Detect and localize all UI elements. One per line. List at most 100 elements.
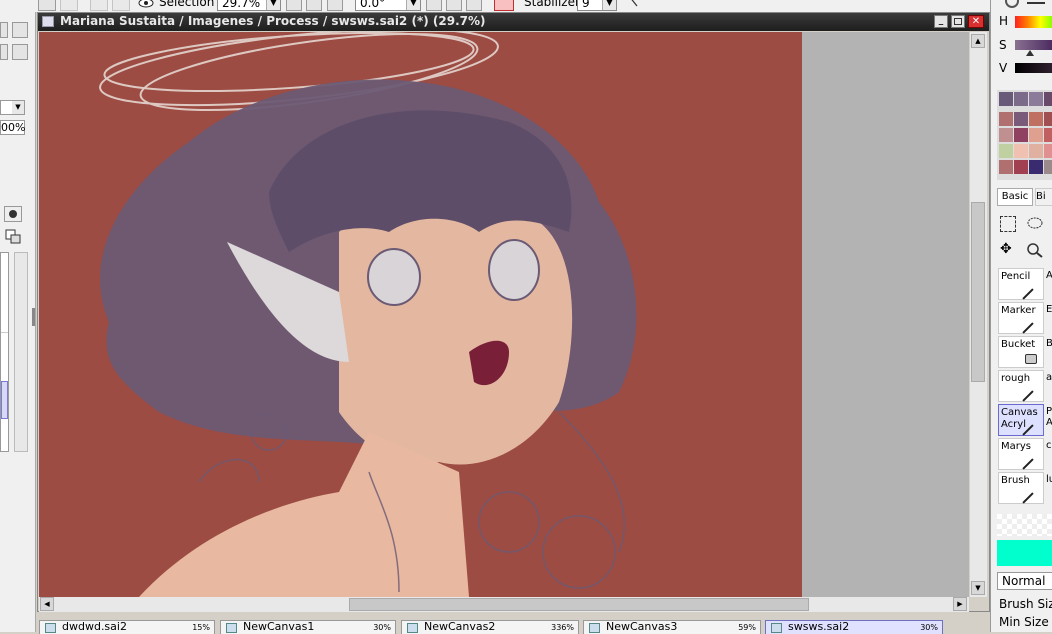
- blend-mode-select[interactable]: Normal: [997, 572, 1052, 590]
- color-swatch[interactable]: [1014, 144, 1028, 158]
- mask-icon[interactable]: [4, 206, 22, 222]
- opacity-field[interactable]: 00%: [0, 120, 25, 135]
- color-swatch[interactable]: [1044, 112, 1052, 126]
- vertical-scroll-thumb[interactable]: [971, 202, 985, 382]
- color-swatch[interactable]: [999, 160, 1013, 174]
- color-swatch[interactable]: [1014, 112, 1028, 126]
- tool-side-label: A: [1046, 270, 1052, 281]
- horizontal-scroll-thumb[interactable]: [349, 598, 809, 611]
- horizontal-scrollbar[interactable]: ◀ ▶: [39, 597, 969, 612]
- color-swatch[interactable]: [1029, 160, 1043, 174]
- rotate-right-button[interactable]: [446, 0, 462, 11]
- blend-mode-combo[interactable]: ▼: [0, 100, 25, 115]
- undo-button[interactable]: [38, 0, 56, 11]
- zoom-in-button[interactable]: [306, 0, 322, 11]
- color-swatch[interactable]: [1029, 112, 1043, 126]
- redo-button[interactable]: [60, 0, 78, 11]
- brush-icon: [1022, 492, 1034, 504]
- zoom-reset-button[interactable]: [327, 0, 343, 11]
- tool-rough[interactable]: rough: [998, 370, 1044, 402]
- tool-label: Marker: [1001, 305, 1036, 316]
- color-swatch[interactable]: [1029, 144, 1043, 158]
- tool-brush[interactable]: Brush: [998, 472, 1044, 504]
- color-swatch[interactable]: [1014, 92, 1028, 106]
- vertical-scrollbar[interactable]: ▲ ▼: [970, 32, 987, 597]
- panel-button[interactable]: [0, 44, 8, 60]
- saturation-slider[interactable]: [1015, 40, 1052, 50]
- value-slider[interactable]: [1015, 63, 1052, 73]
- chevron-down-icon[interactable]: ▼: [12, 101, 24, 114]
- tab-zoom: 30%: [373, 623, 391, 632]
- color-swatch[interactable]: [1044, 92, 1052, 106]
- eye-icon[interactable]: [137, 0, 155, 10]
- tab-label: NewCanvas2: [424, 620, 496, 633]
- scroll-left-arrow-icon[interactable]: ◀: [40, 597, 54, 611]
- color-swatch[interactable]: [999, 128, 1013, 142]
- minimize-button[interactable]: _: [934, 15, 948, 28]
- zoom-out-button[interactable]: [286, 0, 302, 11]
- zoom-icon[interactable]: [1026, 242, 1044, 258]
- color-swatch[interactable]: [1029, 128, 1043, 142]
- tab-zoom: 59%: [738, 623, 756, 632]
- menu-icon[interactable]: [1027, 0, 1045, 8]
- scroll-down-arrow-icon[interactable]: ▼: [971, 581, 985, 595]
- lasso-icon[interactable]: [1026, 216, 1044, 232]
- stabilizer-combo[interactable]: 9 ▼: [577, 0, 617, 11]
- invert-selection-button[interactable]: [112, 0, 130, 11]
- color-swatch[interactable]: [999, 92, 1013, 106]
- tool-pencil[interactable]: Pencil: [998, 268, 1044, 300]
- document-title: Mariana Sustaita / Imagenes / Process / …: [60, 14, 486, 28]
- color-swatch[interactable]: [1014, 160, 1028, 174]
- chevron-down-icon[interactable]: ▼: [602, 0, 616, 10]
- current-color-swatch[interactable]: [997, 540, 1052, 566]
- close-button[interactable]: ✕: [968, 15, 984, 28]
- brush-icon: [1022, 390, 1034, 402]
- color-wheel-icon[interactable]: [1005, 0, 1019, 8]
- deselect-button[interactable]: [90, 0, 108, 11]
- color-swatch[interactable]: [999, 112, 1013, 126]
- line-tool-icon[interactable]: [625, 0, 643, 10]
- panel-button[interactable]: [0, 22, 8, 38]
- panel-button[interactable]: [12, 22, 28, 38]
- tab-other[interactable]: Bi: [1035, 188, 1052, 206]
- rect-select-icon[interactable]: [1000, 216, 1016, 232]
- flip-horizontal-button[interactable]: [494, 0, 514, 11]
- move-icon[interactable]: ✥: [1000, 242, 1016, 258]
- scroll-up-arrow-icon[interactable]: ▲: [971, 34, 985, 48]
- color-swatch[interactable]: [1029, 92, 1043, 106]
- scroll-right-arrow-icon[interactable]: ▶: [953, 597, 967, 611]
- panel-button[interactable]: [12, 44, 28, 60]
- right-eye: [488, 239, 540, 301]
- tool-canvas-acryl[interactable]: Canvas Acryl: [998, 404, 1044, 436]
- color-swatch[interactable]: [1044, 160, 1052, 174]
- hue-slider[interactable]: [1015, 16, 1052, 28]
- color-swatch[interactable]: [1014, 128, 1028, 142]
- artwork-canvas[interactable]: [39, 32, 969, 597]
- tab-basic[interactable]: Basic: [997, 188, 1033, 206]
- tool-marys[interactable]: Marys: [998, 438, 1044, 470]
- tool-marker[interactable]: Marker: [998, 302, 1044, 334]
- tool-bucket[interactable]: Bucket: [998, 336, 1044, 368]
- color-swatch[interactable]: [999, 144, 1013, 158]
- maximize-button[interactable]: [951, 15, 965, 28]
- new-layer-icon[interactable]: [4, 228, 22, 244]
- tab-label: dwdwd.sai2: [62, 620, 127, 633]
- rotation-combo[interactable]: 0.0° ▼: [355, 0, 421, 11]
- chevron-down-icon[interactable]: ▼: [406, 0, 420, 10]
- canvas-viewport[interactable]: [39, 32, 969, 597]
- chevron-down-icon[interactable]: ▼: [266, 0, 280, 10]
- color-swatch[interactable]: [1044, 144, 1052, 158]
- color-swatch[interactable]: [1044, 128, 1052, 142]
- layer-list-scrollbar[interactable]: [14, 252, 28, 452]
- document-window: Mariana Sustaita / Imagenes / Process / …: [37, 12, 990, 612]
- zoom-combo[interactable]: 29.7% ▼: [217, 0, 281, 11]
- layer-list[interactable]: [0, 252, 9, 452]
- hue-label: H: [999, 14, 1009, 28]
- rotate-left-button[interactable]: [426, 0, 442, 11]
- tool-label: Brush: [1001, 475, 1030, 486]
- rotation-value: 0.0°: [360, 0, 386, 10]
- panel-splitter[interactable]: [32, 308, 35, 326]
- slider-marker-icon[interactable]: [1026, 50, 1034, 56]
- top-toolbar: Selection 29.7% ▼ 0.0° ▼ Stabilizer 9 ▼: [0, 0, 1052, 12]
- rotate-reset-button[interactable]: [466, 0, 482, 11]
